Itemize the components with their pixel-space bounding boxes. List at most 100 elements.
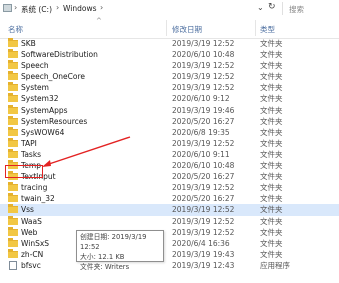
chevron-down-icon[interactable]: ⌄ xyxy=(257,3,264,12)
breadcrumb-windows[interactable]: Windows xyxy=(63,4,96,13)
file-name: tracing xyxy=(21,183,48,193)
file-date: 2019/3/19 12:52 xyxy=(172,216,235,226)
file-type: 文件夹 xyxy=(260,172,283,182)
file-row[interactable]: twain_32 2020/5/20 16:27 文件夹 xyxy=(0,193,339,204)
file-date: 2019/3/19 12:52 xyxy=(172,83,235,93)
column-divider[interactable] xyxy=(166,20,167,36)
file-row[interactable]: Speech 2019/3/19 12:52 文件夹 xyxy=(0,60,339,71)
sort-ascending-icon: ^ xyxy=(96,17,102,25)
application-icon xyxy=(9,260,17,270)
file-name: Web xyxy=(21,227,38,237)
file-row[interactable]: Vss 2019/3/19 12:52 文件夹 xyxy=(0,204,339,216)
file-name: Vss xyxy=(21,205,34,215)
file-row[interactable]: WinSxS 2020/6/4 16:36 文件夹 xyxy=(0,237,339,249)
file-row[interactable]: WaaS 2019/3/19 12:52 文件夹 xyxy=(0,215,339,227)
file-row[interactable]: SystemApps 2019/3/19 19:46 文件夹 xyxy=(0,104,339,116)
folder-icon xyxy=(8,237,18,247)
file-type: 文件夹 xyxy=(260,39,283,48)
file-date: 2019/3/19 12:52 xyxy=(172,39,235,48)
file-name: Speech xyxy=(21,61,49,71)
column-date[interactable]: 修改日期 xyxy=(172,24,202,35)
folder-icon xyxy=(8,126,18,136)
file-type: 文件夹 xyxy=(260,227,283,237)
file-date: 2019/3/19 19:46 xyxy=(172,105,235,115)
file-type: 文件夹 xyxy=(260,149,283,159)
file-type: 文件夹 xyxy=(260,72,283,82)
file-row[interactable]: zh-CN 2019/3/19 19:43 文件夹 xyxy=(0,248,339,260)
file-row[interactable]: SoftwareDistribution 2020/6/10 10:48 文件夹 xyxy=(0,49,339,60)
file-row[interactable]: TextInput 2020/5/20 16:27 文件夹 xyxy=(0,171,339,182)
file-name: System32 xyxy=(21,94,59,104)
file-name: System xyxy=(21,83,49,93)
chevron-right-icon: › xyxy=(14,3,18,12)
file-name: bfsvc xyxy=(21,260,41,270)
file-date: 2019/3/19 12:52 xyxy=(172,183,235,193)
file-name: SoftwareDistribution xyxy=(21,50,98,60)
breadcrumb-drive[interactable]: 系统 (C:) xyxy=(21,4,52,15)
temp-highlight-box xyxy=(5,165,43,178)
address-bar[interactable]: › 系统 (C:) › Windows › ⌄ ↻ 搜索 xyxy=(0,0,339,19)
file-row[interactable]: Tasks 2020/6/10 9:11 文件夹 xyxy=(0,148,339,160)
file-row[interactable]: Temp 2020/6/10 10:48 文件夹 xyxy=(0,160,339,171)
file-date: 2019/3/19 12:52 xyxy=(172,227,235,237)
file-list: SKB 2019/3/19 12:52 文件夹 SoftwareDistributio… xyxy=(0,38,339,271)
file-row[interactable]: bfsvc 2019/3/19 12:43 应用程序 xyxy=(0,260,339,271)
file-date: 2020/6/10 9:11 xyxy=(172,149,230,159)
file-row[interactable]: SystemResources 2020/5/20 16:27 文件夹 xyxy=(0,115,339,127)
file-type: 文件夹 xyxy=(260,194,283,204)
folder-icon xyxy=(8,248,18,258)
refresh-icon[interactable]: ↻ xyxy=(268,2,276,12)
file-row[interactable]: SKB 2019/3/19 12:52 文件夹 xyxy=(0,38,339,49)
column-name[interactable]: 名称 xyxy=(8,24,23,35)
file-row[interactable]: System 2019/3/19 12:52 文件夹 xyxy=(0,82,339,93)
chevron-right-icon: › xyxy=(56,3,60,12)
file-type: 文件夹 xyxy=(260,249,283,259)
file-row[interactable]: TAPI 2019/3/19 12:52 文件夹 xyxy=(0,137,339,149)
file-date: 2019/3/19 12:52 xyxy=(172,61,235,71)
folder-icon xyxy=(8,182,18,192)
chevron-right-icon: › xyxy=(100,3,104,12)
file-row[interactable]: tracing 2019/3/19 12:52 文件夹 xyxy=(0,182,339,193)
drive-icon xyxy=(3,4,12,12)
file-name: WaaS xyxy=(21,216,42,226)
file-name: SystemApps xyxy=(21,105,68,115)
file-name: SysWOW64 xyxy=(21,127,65,137)
file-type: 文件夹 xyxy=(260,205,283,215)
file-type: 应用程序 xyxy=(260,260,290,270)
file-date: 2020/5/20 16:27 xyxy=(172,172,235,182)
file-date: 2020/6/8 19:35 xyxy=(172,127,230,137)
search-placeholder: 搜索 xyxy=(289,5,304,14)
file-tooltip: 创建日期: 2019/3/19 12:52 大小: 12.1 KB 文件夹: W… xyxy=(76,230,164,271)
folder-icon xyxy=(8,148,18,158)
search-input[interactable]: 搜索 xyxy=(282,2,339,15)
file-row[interactable]: System32 2020/6/10 9:12 文件夹 xyxy=(0,93,339,104)
file-row[interactable]: Web 2019/3/19 12:52 文件夹 xyxy=(0,226,339,238)
file-date: 2019/3/19 12:43 xyxy=(172,260,235,270)
file-row[interactable]: SysWOW64 2020/6/8 19:35 文件夹 xyxy=(0,126,339,138)
column-header: ^ 名称 修改日期 类型 xyxy=(0,17,339,39)
column-type[interactable]: 类型 xyxy=(260,24,275,35)
file-type: 文件夹 xyxy=(260,83,283,93)
folder-icon xyxy=(8,115,18,125)
column-divider[interactable] xyxy=(255,20,256,36)
file-type: 文件夹 xyxy=(260,161,283,171)
folder-icon xyxy=(8,49,18,59)
file-date: 2019/3/19 19:43 xyxy=(172,249,235,259)
file-date: 2020/6/10 10:48 xyxy=(172,50,235,60)
file-type: 文件夹 xyxy=(260,216,283,226)
file-row[interactable]: Speech_OneCore 2019/3/19 12:52 文件夹 xyxy=(0,71,339,82)
file-name: TAPI xyxy=(21,138,37,148)
tooltip-folder: 文件夹: Writers xyxy=(80,263,130,271)
tooltip-created: 创建日期: 2019/3/19 12:52 xyxy=(80,233,147,251)
folder-icon xyxy=(8,137,18,147)
folder-icon xyxy=(8,226,18,236)
file-date: 2019/3/19 12:52 xyxy=(172,138,235,148)
folder-icon xyxy=(8,82,18,92)
tooltip-size: 大小: 12.1 KB xyxy=(80,253,125,261)
file-name: SKB xyxy=(21,39,36,48)
file-date: 2020/6/10 10:48 xyxy=(172,161,235,171)
folder-icon xyxy=(8,104,18,114)
file-name: twain_32 xyxy=(21,194,55,204)
file-name: Speech_OneCore xyxy=(21,72,86,82)
file-name: Tasks xyxy=(21,149,42,159)
